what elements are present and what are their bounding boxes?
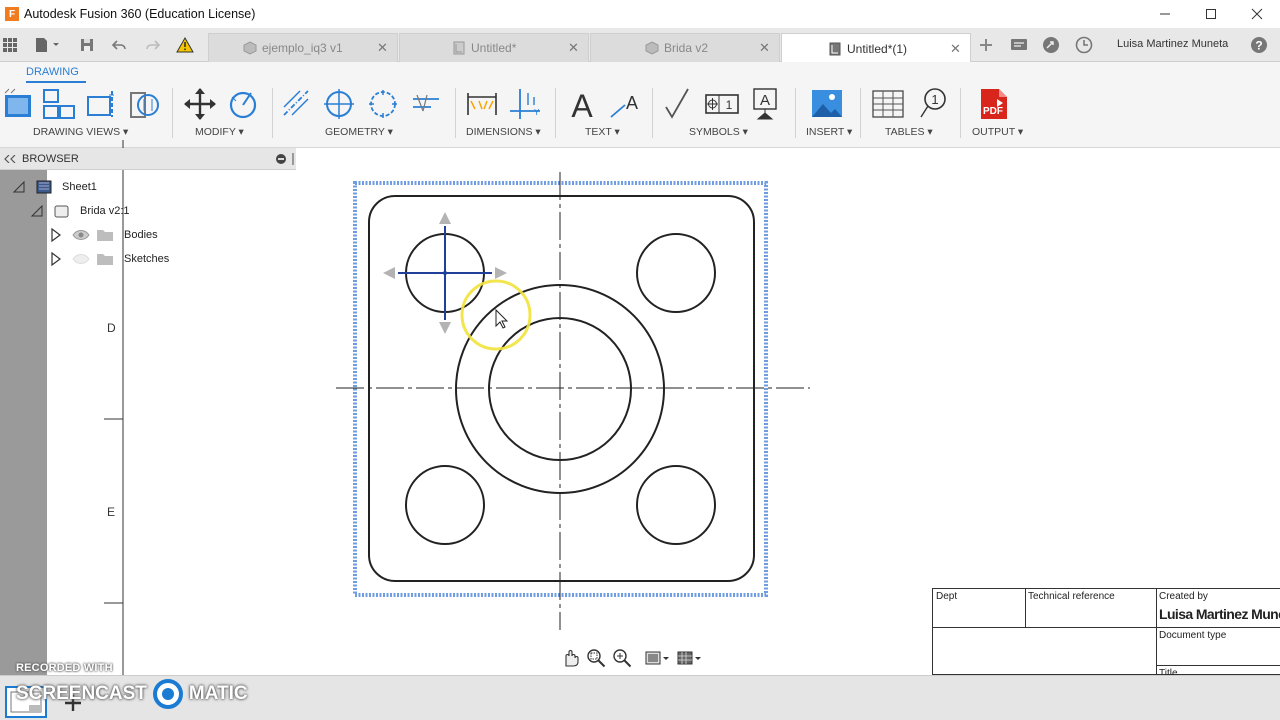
tree-item-bodies[interactable]: Bodies [50,225,158,245]
title-block-technical-reference: Technical reference [1028,591,1115,602]
folder-icon [97,230,113,241]
zone-letter-e: E [107,505,116,519]
bolt-hole-bottom-left[interactable] [405,465,485,545]
tree-item-sheet1[interactable]: Sheet1 [12,177,97,197]
zoom-window-icon[interactable] [586,648,606,668]
display-settings-icon[interactable] [644,648,670,668]
visibility-eye-icon[interactable] [72,228,90,242]
pan-hand-icon[interactable] [560,648,580,668]
tree-item-brida-v2-1[interactable]: Brida v2:1 [30,201,130,221]
screencast-watermark: SCREENCAST MATIC [16,679,248,709]
expand-triangle-icon[interactable] [12,180,26,194]
tree-item-sketches[interactable]: Sketches [50,249,169,269]
zoom-icon[interactable] [612,648,632,668]
browser-title: BROWSER [22,153,79,165]
title-block-created-by-label: Created by [1159,591,1208,602]
browser-tree: Sheet1 Brida v2:1 Bodies Sketches [0,170,240,270]
sheet-icon [36,180,52,194]
watermark-recorded-with: RECORDED WITH [16,662,113,674]
zone-letter-d: D [107,321,116,335]
folder-icon [97,254,113,265]
navigation-bar [560,647,702,669]
tree-item-label: Brida v2:1 [80,205,130,217]
screencast-logo-icon [152,679,183,709]
expand-arrow-icon[interactable] [50,252,62,266]
center-mark-preview [383,212,507,334]
view-icon [54,205,69,218]
collapse-arrows-icon[interactable] [4,155,16,163]
bolt-hole-bottom-right[interactable] [636,465,716,545]
fusion-window: F Autodesk Fusion 360 (Education License… [0,0,1280,720]
hidden-eye-icon[interactable] [72,252,90,266]
expand-arrow-icon[interactable] [50,228,62,242]
browser-resize-handle[interactable] [292,153,294,165]
watermark-matic: MATIC [188,683,248,704]
watermark-screencast: SCREENCAST [16,683,147,704]
mouse-cursor-icon [495,308,509,329]
tree-item-label: Sketches [124,253,170,265]
title-block-created-by-value: Luisa Martinez Muneta [1159,606,1280,622]
browser-header[interactable]: BROWSER [0,148,296,170]
browser-minus-icon[interactable] [276,154,286,164]
title-block[interactable]: Dept Technical reference Created by Luis… [932,588,1280,676]
tree-item-label: Bodies [124,229,158,241]
tree-item-label: Sheet1 [62,181,97,193]
grid-settings-icon[interactable] [676,648,702,668]
expand-triangle-icon[interactable] [30,204,44,218]
title-block-dept: Dept [936,591,958,602]
title-block-document-type: Document type [1159,630,1227,641]
bolt-hole-top-right[interactable] [636,233,716,313]
drawing-sheet[interactable] [0,0,1280,675]
